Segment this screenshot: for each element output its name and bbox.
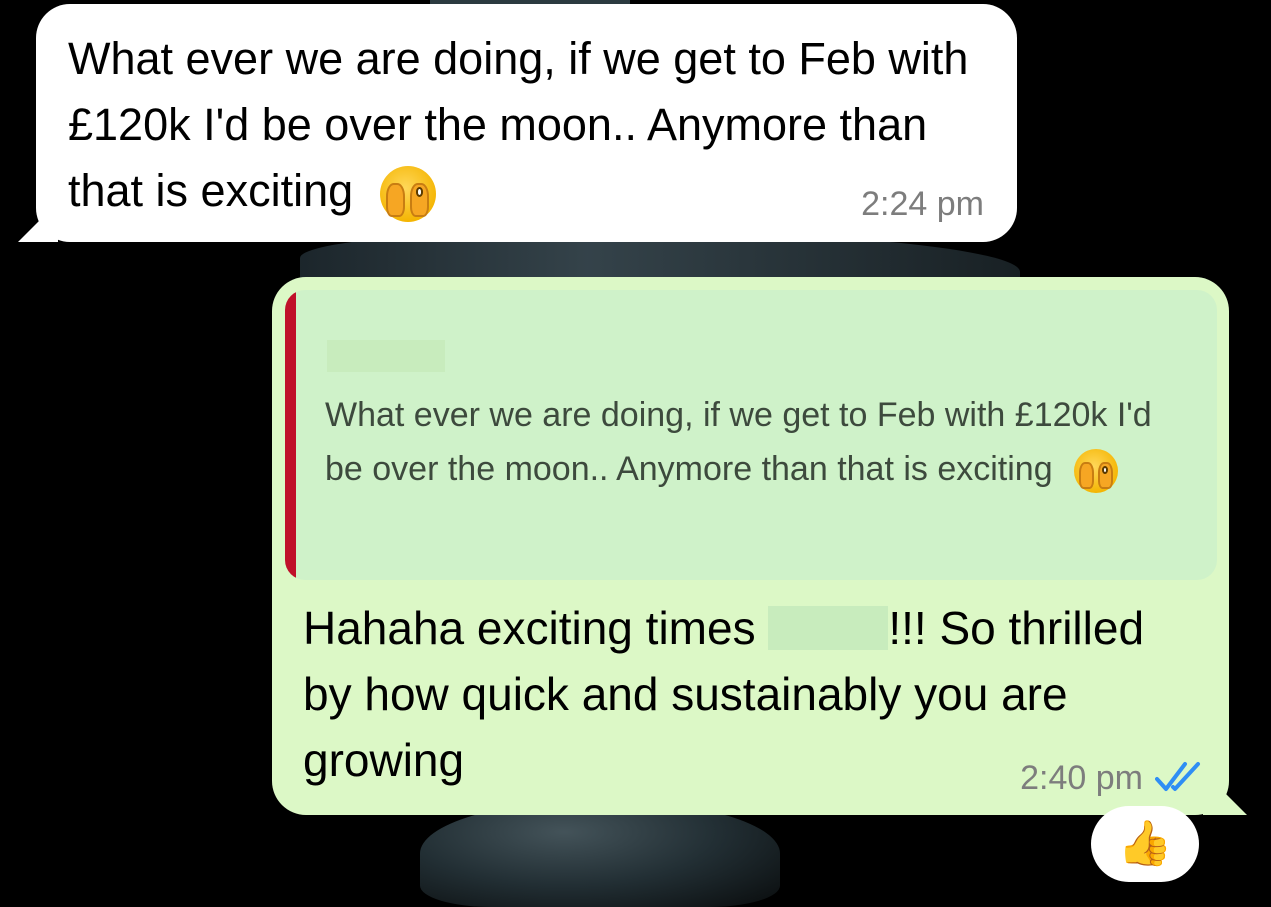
outgoing-message-time: 2:40 pm	[1020, 759, 1143, 797]
incoming-message-time: 2:24 pm	[861, 185, 984, 223]
double-check-read-icon	[1155, 762, 1200, 791]
quoted-message[interactable]: What ever we are doing, if we get to Feb…	[285, 290, 1217, 580]
incoming-message-body: What ever we are doing, if we get to Feb…	[68, 33, 969, 216]
outgoing-message-bubble[interactable]: What ever we are doing, if we get to Feb…	[272, 277, 1247, 815]
reaction-badge[interactable]: 👍	[1091, 806, 1199, 882]
incoming-message-bubble[interactable]: What ever we are doing, if we get to Feb…	[18, 4, 1017, 242]
quote-accent-bar	[285, 290, 296, 580]
quote-author-redacted	[327, 340, 445, 372]
redacted-name	[768, 606, 889, 650]
incoming-message-text: What ever we are doing, if we get to Feb…	[68, 26, 998, 224]
reply-text-part1: Hahaha exciting times	[303, 602, 756, 654]
quoted-message-body: What ever we are doing, if we get to Feb…	[325, 396, 1152, 488]
thumbs-up-icon: 👍	[1117, 819, 1173, 868]
wallpaper-fish-tail	[420, 800, 780, 907]
quoted-message-text: What ever we are doing, if we get to Feb…	[325, 388, 1195, 496]
face-hand-over-mouth-emoji-icon	[379, 166, 436, 223]
face-hand-over-mouth-emoji-icon	[1074, 449, 1119, 494]
